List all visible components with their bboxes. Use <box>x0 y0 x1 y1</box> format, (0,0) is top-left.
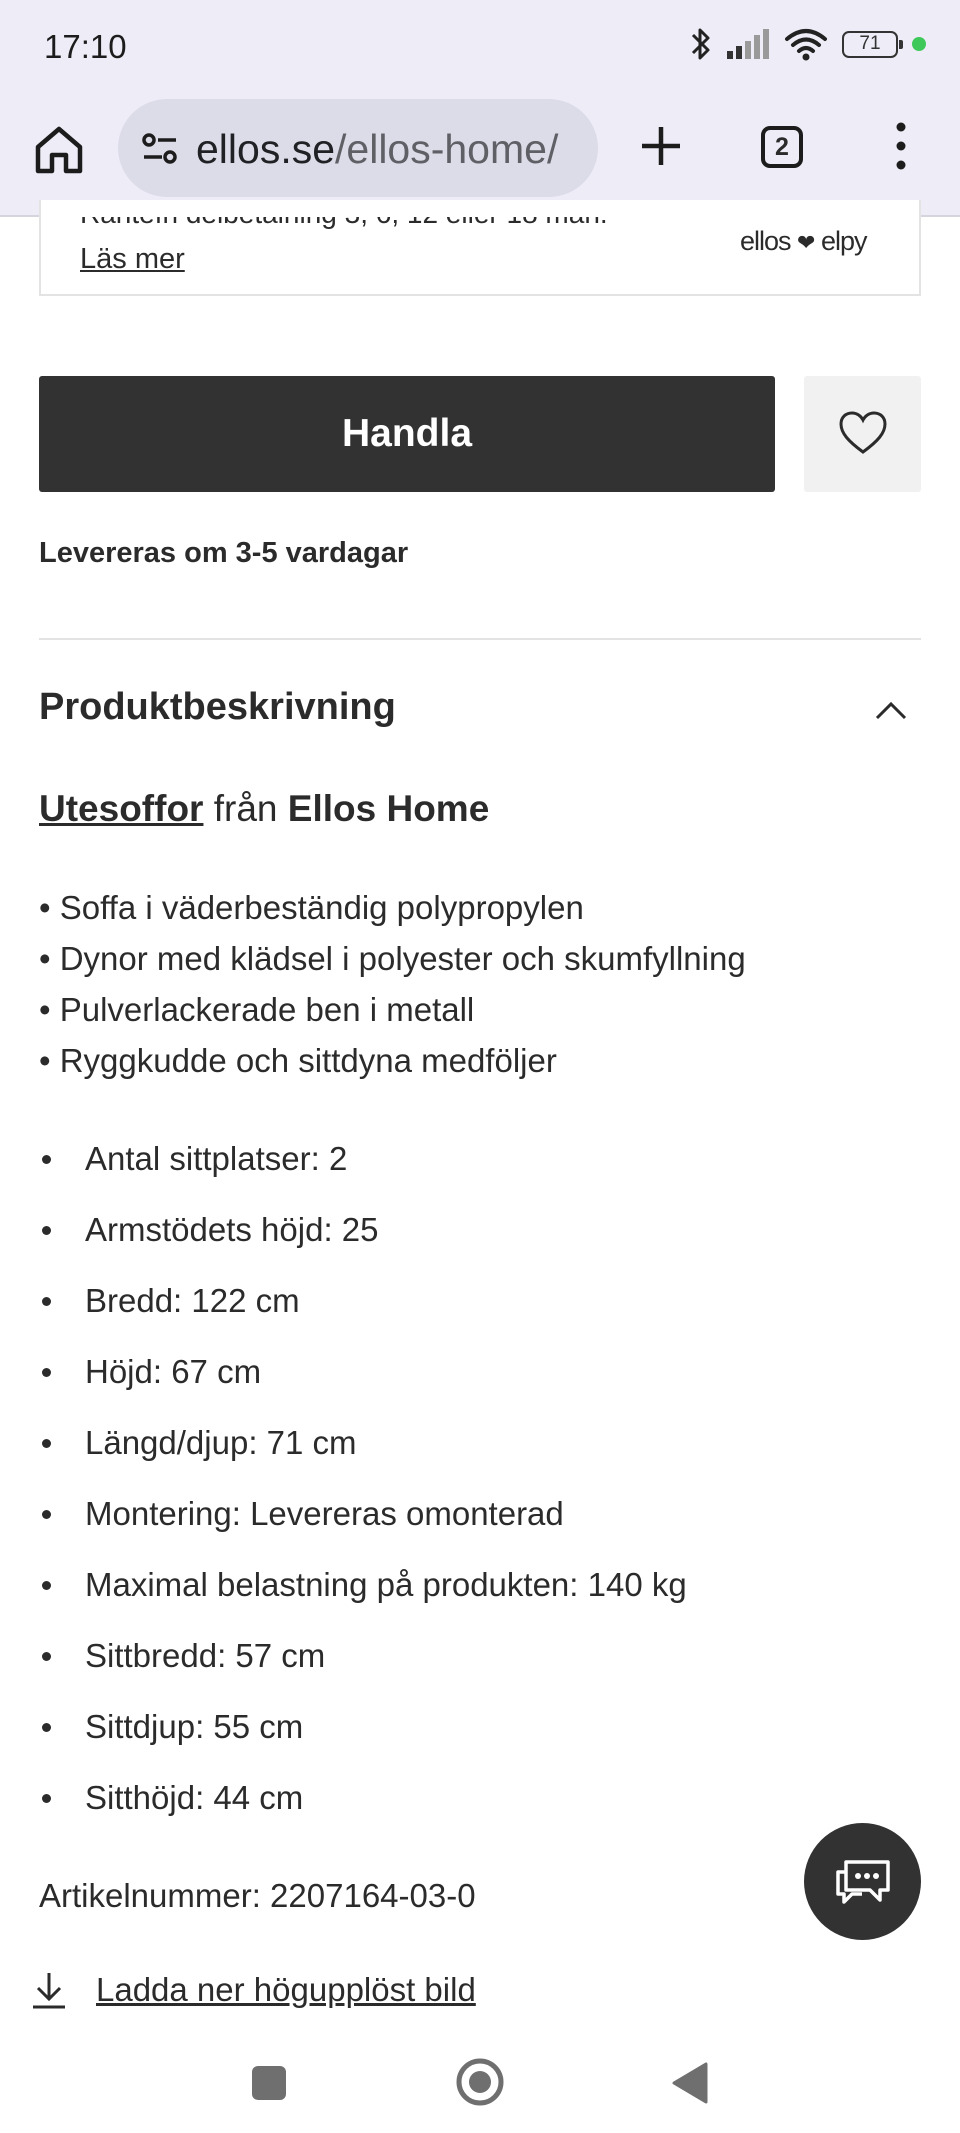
browser-toolbar: ellos.se/ellos-home/ 2 <box>0 95 960 217</box>
home-icon[interactable] <box>32 123 86 177</box>
spec-item: Armstödets höjd: 25 <box>39 1211 687 1282</box>
back-triangle-icon <box>672 2062 708 2104</box>
download-row[interactable]: Ladda ner högupplöst bild <box>30 1970 476 2010</box>
spec-list: Antal sittplatser: 2 Armstödets höjd: 25… <box>39 1140 687 1850</box>
new-tab-icon[interactable] <box>636 121 686 171</box>
bluetooth-icon <box>691 28 710 60</box>
battery-level: 71 <box>859 32 881 54</box>
download-icon[interactable] <box>30 1970 68 2010</box>
from-text: från <box>203 788 288 829</box>
feature-item: • Soffa i väderbeständig polypropylen <box>39 889 584 926</box>
spec-item: Montering: Levereras omonterad <box>39 1495 687 1566</box>
feature-list: • Soffa i väderbeständig polypropylen • … <box>39 882 746 1086</box>
favorite-button[interactable] <box>804 376 921 492</box>
home-button[interactable] <box>455 2057 505 2107</box>
article-number: Artikelnummer: 2207164-03-0 <box>39 1877 476 1914</box>
feature-item: • Ryggkudde och sittdyna medföljer <box>39 1042 557 1079</box>
site-settings-icon[interactable] <box>140 129 180 169</box>
section-divider <box>39 638 921 640</box>
chat-button[interactable] <box>804 1823 921 1940</box>
chat-icon <box>835 1859 890 1904</box>
status-time: 17:10 <box>44 28 127 65</box>
status-bar: 17:10 71 <box>0 0 960 95</box>
category-link[interactable]: Utesoffor <box>39 788 203 829</box>
home-circle-icon <box>456 2058 504 2106</box>
ellos-elpy-logo: ellos ❤ elpy <box>740 226 868 257</box>
url-domain: ellos.se <box>196 126 336 172</box>
delivery-info: Levereras om 3-5 vardagar <box>39 537 409 569</box>
spec-item: Sittbredd: 57 cm <box>39 1637 687 1708</box>
buy-button[interactable]: Handla <box>39 376 775 492</box>
spec-item: Antal sittplatser: 2 <box>39 1140 687 1211</box>
payment-info-text: Räntefri delbetalning 3, 6, 12 eller 18 … <box>80 217 608 230</box>
url-bar[interactable]: ellos.se/ellos-home/ <box>118 99 598 197</box>
logo-ellos: ellos <box>740 226 792 256</box>
battery-icon: 71 <box>842 30 903 58</box>
spec-item: Höjd: 67 cm <box>39 1353 687 1424</box>
feature-item: • Dynor med klädsel i polyester och skum… <box>39 940 746 977</box>
brand-line: Utesoffor från Ellos Home <box>39 788 489 830</box>
spec-item: Bredd: 122 cm <box>39 1282 687 1353</box>
logo-elpy: elpy <box>821 226 868 256</box>
brand-name: Ellos Home <box>287 788 490 829</box>
chevron-up-icon[interactable] <box>872 692 910 730</box>
navigation-bar <box>0 2030 960 2133</box>
privacy-indicator-dot <box>912 37 926 51</box>
spec-item: Sittdjup: 55 cm <box>39 1708 687 1779</box>
read-more-link[interactable]: Läs mer <box>80 243 185 276</box>
back-button[interactable] <box>670 2060 710 2106</box>
spec-item: Sitthöjd: 44 cm <box>39 1779 687 1850</box>
spec-item: Maximal belastning på produkten: 140 kg <box>39 1566 687 1637</box>
url-text[interactable]: ellos.se/ellos-home/ <box>196 126 558 173</box>
heart-logo-icon: ❤ <box>797 230 815 255</box>
feature-item: • Pulverlackerade ben i metall <box>39 991 475 1028</box>
heart-icon <box>838 410 887 454</box>
wifi-icon <box>785 29 827 61</box>
tab-switcher-button[interactable]: 2 <box>761 126 803 168</box>
status-icons: 71 <box>690 24 926 64</box>
download-image-link[interactable]: Ladda ner högupplöst bild <box>96 1971 476 2009</box>
signal-icon <box>727 29 769 59</box>
spec-item: Längd/djup: 71 cm <box>39 1424 687 1495</box>
url-path: /ellos-home/ <box>335 126 559 172</box>
recent-apps-button[interactable] <box>252 2066 286 2100</box>
description-title[interactable]: Produktbeskrivning <box>39 686 396 729</box>
more-menu-icon[interactable] <box>886 119 916 173</box>
